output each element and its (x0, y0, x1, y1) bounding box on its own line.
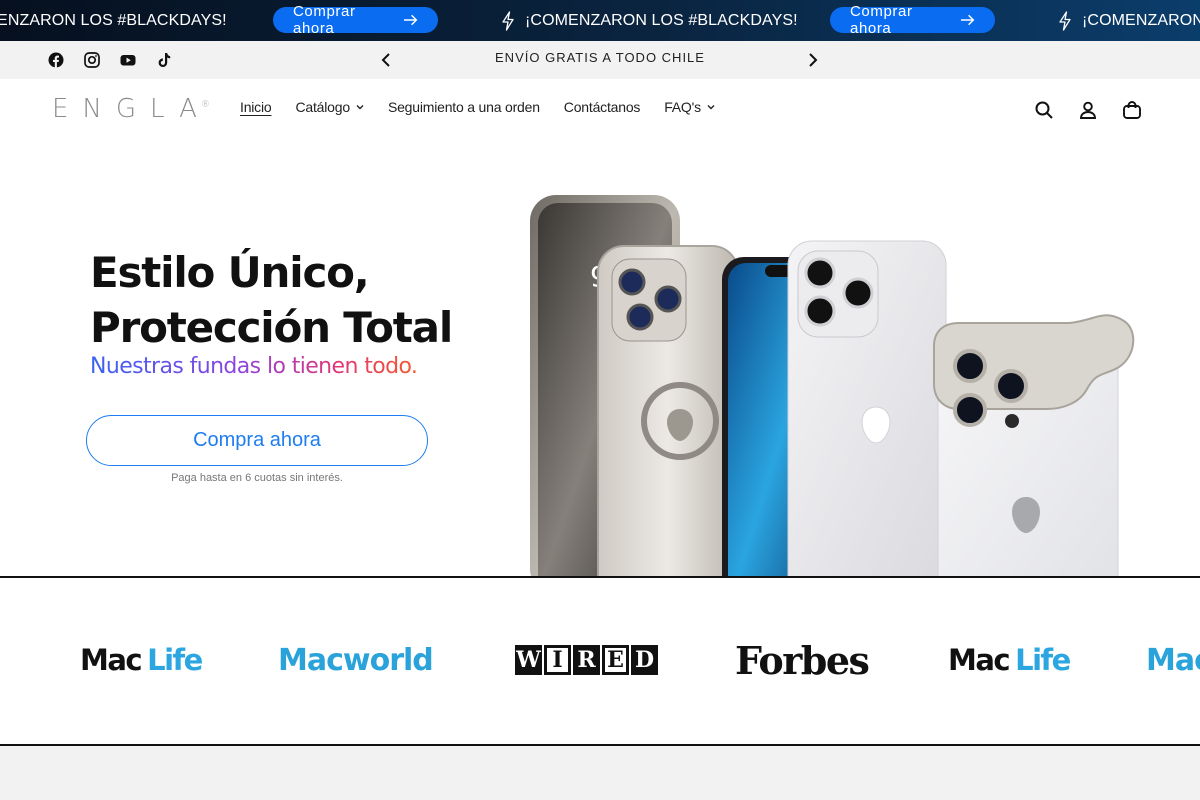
shop-now-label: Comprar ahora (293, 3, 356, 37)
mac-life-mac: Mac (80, 643, 143, 677)
wired-logo: W I R E D (515, 640, 658, 680)
nav-label: Inicio (240, 99, 272, 115)
brand-logo[interactable]: ENGLA® (52, 94, 220, 124)
nav-item-faqs[interactable]: FAQ's (664, 99, 715, 115)
shipping-announcement: ENVÍO GRATIS A TODO CHILE (495, 50, 705, 65)
press-logos-strip: Mac Life Macworld W I R E D Forbes Mac Lif… (0, 578, 1200, 744)
marquee-message: ¡COMENZARON LOS #BLACKDAYS! (1082, 11, 1200, 29)
nav-item-contactanos[interactable]: Contáctanos (563, 99, 641, 115)
youtube-icon (120, 55, 136, 66)
phone-cases-image: 9: (530, 195, 1135, 577)
marquee-item: ¡COMENZARON LOS #BLACKDAYS! (0, 0, 227, 41)
shop-now-label: Comprar ahora (850, 3, 913, 37)
mac-life-life: Life (147, 643, 203, 677)
nav-item-seguimiento[interactable]: Seguimiento a una orden (388, 99, 540, 115)
announcement-prev-button[interactable] (376, 50, 396, 70)
nav-label: Contáctanos (563, 99, 641, 115)
forbes-logo: Forbes (735, 637, 870, 683)
arrow-right-icon (403, 14, 418, 26)
bolt-icon (502, 10, 514, 31)
announcement-next-button[interactable] (803, 50, 823, 70)
nav-item-inicio[interactable]: Inicio (240, 99, 272, 115)
hero-title-line: Protección Total (90, 303, 453, 352)
nav-label: FAQ's (664, 99, 701, 115)
installments-note: Paga hasta en 6 cuotas sin interés. (171, 472, 343, 484)
hero-title: Estilo Único, Protección Total (90, 245, 453, 355)
arrow-right-icon (960, 14, 975, 26)
mac-life-logo: Mac Life (948, 640, 1071, 680)
site-header: ENGLA® Inicio Catálogo Seguimiento a una… (0, 79, 1200, 141)
cart-button[interactable] (1121, 99, 1143, 121)
wired-letter: R (573, 645, 600, 675)
next-section (0, 746, 1200, 800)
announcement-marquee: ¡COMENZARON LOS #BLACKDAYS! Comprar ahor… (0, 0, 1200, 41)
search-button[interactable] (1033, 99, 1055, 121)
cart-icon (1123, 101, 1141, 119)
nav-item-catalogo[interactable]: Catálogo (295, 99, 364, 115)
wired-letter: W (515, 645, 542, 675)
chevron-right-icon (809, 53, 818, 67)
main-nav: Inicio Catálogo Seguimiento a una orden … (240, 99, 739, 115)
chevron-down-icon (707, 105, 715, 110)
chevron-left-icon (381, 53, 390, 67)
chevron-down-icon (356, 105, 364, 110)
mac-life-logo: Mac Life (80, 640, 203, 680)
logo-text: ENGLA (52, 94, 211, 124)
macworld-logo: Macworld (278, 642, 434, 678)
facebook-link[interactable] (46, 41, 66, 79)
nav-label: Seguimiento a una orden (387, 99, 540, 115)
marquee-item: ¡COMENZARON LOS #BLACKDAYS! (501, 0, 798, 41)
facebook-icon (48, 52, 64, 68)
wired-letter: E (602, 645, 629, 675)
instagram-link[interactable] (82, 41, 102, 79)
nav-label: Catálogo (295, 99, 350, 115)
hero-subtitle: Nuestras fundas lo tienen todo. (90, 354, 418, 379)
tiktok-link[interactable] (154, 41, 174, 79)
bolt-icon (1059, 10, 1071, 31)
marquee-item: ¡COMENZARON LOS #BLACKDAYS! (1058, 0, 1200, 41)
mac-life-life: Life (1015, 643, 1071, 677)
marquee-message: ¡COMENZARON LOS #BLACKDAYS! (0, 11, 227, 29)
hero-banner: Estilo Único, Protección Total Nuestras … (0, 141, 1200, 577)
wired-letter: D (631, 645, 658, 675)
mac-life-mac: Mac (948, 643, 1011, 677)
wired-letter: I (544, 645, 571, 675)
registered-mark: ® (200, 100, 210, 110)
utility-bar: ENVÍO GRATIS A TODO CHILE (0, 41, 1200, 79)
shop-now-button[interactable]: Comprar ahora (830, 3, 995, 37)
hero-shop-button[interactable]: Compra ahora (86, 415, 428, 466)
shop-now-button[interactable]: Comprar ahora (273, 3, 438, 37)
youtube-link[interactable] (118, 41, 138, 79)
macworld-logo-partial: Mac (1146, 642, 1200, 678)
account-button[interactable] (1077, 99, 1099, 121)
hero-title-line: Estilo Único, (90, 248, 370, 297)
search-icon (1035, 101, 1053, 119)
marquee-message: ¡COMENZARON LOS #BLACKDAYS! (525, 11, 798, 29)
instagram-icon (84, 52, 100, 68)
account-icon (1080, 101, 1096, 119)
tiktok-icon (158, 53, 171, 67)
